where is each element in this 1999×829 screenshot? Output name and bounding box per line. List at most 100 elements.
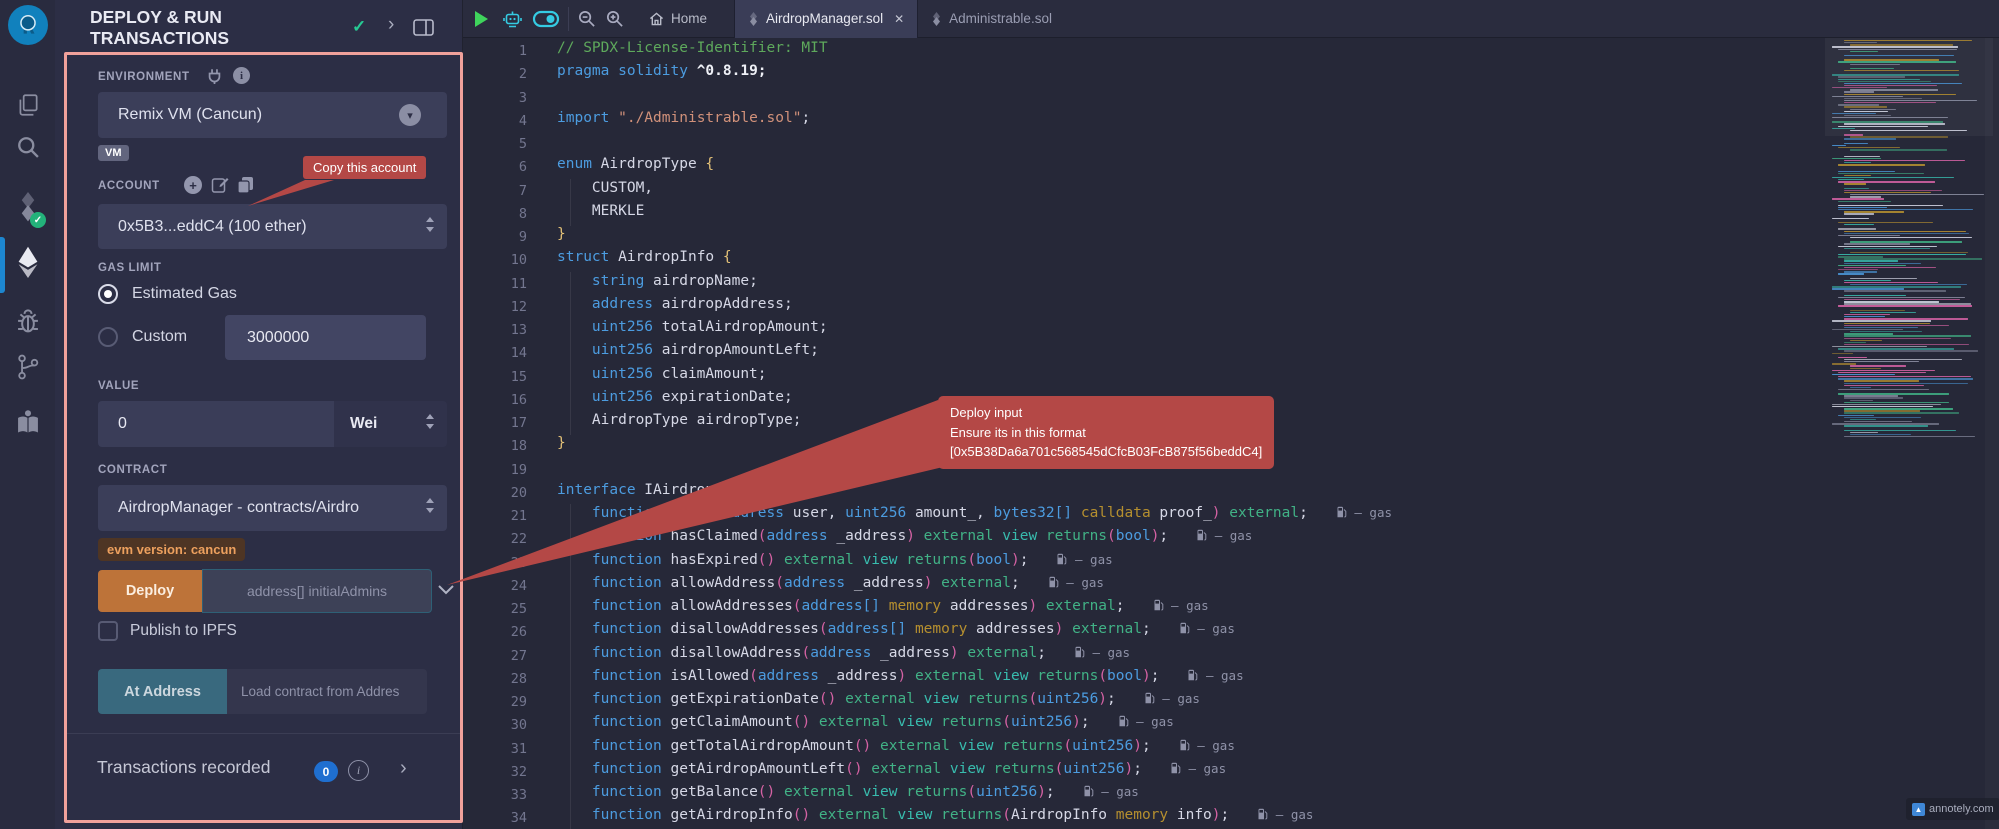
code-line-27[interactable]: 27 function disallowAddress(address _add…: [463, 645, 1999, 668]
solidity-compiler-icon[interactable]: [0, 190, 55, 224]
at-address-input[interactable]: [227, 669, 427, 714]
code-line-12[interactable]: 12 address airdropAddress;: [463, 296, 1999, 319]
line-number: 11: [463, 273, 527, 296]
code-line-25[interactable]: 25 function allowAddresses(address[] mem…: [463, 598, 1999, 621]
code-line-9[interactable]: 9}: [463, 226, 1999, 249]
zoom-in-icon[interactable]: [605, 9, 624, 28]
line-number: 25: [463, 598, 527, 621]
code-line-8[interactable]: 8 MERKLE: [463, 203, 1999, 226]
edit-account-icon[interactable]: [211, 176, 229, 199]
chevron-down-icon[interactable]: [437, 583, 455, 601]
search-icon[interactable]: [0, 133, 55, 161]
value-unit-select[interactable]: Wei: [334, 401, 447, 447]
code-line-4[interactable]: 4import "./Administrable.sol";: [463, 110, 1999, 133]
code-line-28[interactable]: 28 function isAllowed(address _address) …: [463, 668, 1999, 691]
gas-estimate-badge: – gas: [1336, 505, 1392, 520]
code-line-2[interactable]: 2pragma solidity ^0.8.19;: [463, 63, 1999, 86]
line-number: 4: [463, 110, 527, 133]
code-line-30[interactable]: 30 function getClaimAmount() external vi…: [463, 714, 1999, 737]
deploy-button[interactable]: Deploy: [98, 570, 202, 612]
code-line-22[interactable]: 22 function hasClaimed(address _address)…: [463, 528, 1999, 551]
at-address-button[interactable]: At Address: [98, 669, 227, 714]
code-line-15[interactable]: 15 uint256 claimAmount;: [463, 366, 1999, 389]
close-icon[interactable]: ✕: [894, 12, 904, 26]
code-line-10[interactable]: 10struct AirdropInfo {: [463, 249, 1999, 272]
tab-administrable[interactable]: Administrable.sol: [918, 0, 1065, 38]
publish-ipfs-checkbox[interactable]: [98, 621, 118, 641]
code-line-1[interactable]: 1// SPDX-License-Identifier: MIT: [463, 40, 1999, 63]
code-line-32[interactable]: 32 function getAirdropAmountLeft() exter…: [463, 761, 1999, 784]
custom-gas-radio[interactable]: [98, 327, 118, 347]
publish-ipfs-label: Publish to IPFS: [130, 622, 237, 640]
code-line-13[interactable]: 13 uint256 totalAirdropAmount;: [463, 319, 1999, 342]
line-number: 9: [463, 226, 527, 249]
code-line-11[interactable]: 11 string airdropName;: [463, 273, 1999, 296]
code-line-34[interactable]: 34 function getAirdropInfo() external vi…: [463, 807, 1999, 829]
info-icon[interactable]: i: [233, 67, 250, 84]
value-input[interactable]: [98, 401, 334, 447]
copy-account-tooltip: Copy this account: [303, 156, 426, 179]
add-account-icon[interactable]: +: [184, 176, 202, 194]
gas-estimate-badge: – gas: [1144, 691, 1200, 706]
code-line-6[interactable]: 6enum AirdropType {: [463, 156, 1999, 179]
line-number: 16: [463, 389, 527, 412]
code-line-29[interactable]: 29 function getExpirationDate() external…: [463, 691, 1999, 714]
code-line-23[interactable]: 23 function hasExpired() external view r…: [463, 552, 1999, 575]
line-number: 2: [463, 63, 527, 86]
minimap[interactable]: [1832, 40, 1985, 438]
line-number: 8: [463, 203, 527, 226]
gas-limit-label: GAS LIMIT: [98, 262, 162, 274]
environment-select[interactable]: Remix VM (Cancun) ▾: [98, 92, 447, 138]
custom-gas-label: Custom: [132, 328, 187, 346]
code-line-21[interactable]: 21 function claim(address user, uint256 …: [463, 505, 1999, 528]
tab-airdropmanager[interactable]: AirdropManager.sol ✕: [734, 0, 918, 38]
code-line-3[interactable]: 3: [463, 87, 1999, 110]
robot-icon[interactable]: [503, 9, 522, 29]
code-line-24[interactable]: 24 function allowAddress(address _addres…: [463, 575, 1999, 598]
line-number: 17: [463, 412, 527, 435]
deploy-run-icon[interactable]: [0, 245, 55, 281]
zoom-out-icon[interactable]: [577, 9, 596, 28]
divider: [568, 7, 569, 31]
estimated-gas-radio[interactable]: [98, 284, 118, 304]
info-icon[interactable]: i: [348, 760, 369, 781]
environment-value: Remix VM (Cancun): [118, 106, 262, 124]
contract-select[interactable]: AirdropManager - contracts/Airdro: [98, 485, 447, 531]
code-line-7[interactable]: 7 CUSTOM,: [463, 180, 1999, 203]
play-icon[interactable]: [473, 10, 489, 28]
file-explorer-icon[interactable]: [0, 92, 55, 118]
debugger-icon[interactable]: [0, 308, 55, 336]
account-select[interactable]: 0x5B3...eddC4 (100 ether): [98, 204, 447, 249]
code-line-14[interactable]: 14 uint256 airdropAmountLeft;: [463, 342, 1999, 365]
line-number: 18: [463, 435, 527, 458]
code-line-31[interactable]: 31 function getTotalAirdropAmount() exte…: [463, 738, 1999, 761]
line-number: 13: [463, 319, 527, 342]
line-number: 26: [463, 621, 527, 644]
deploy-args-input[interactable]: [202, 569, 432, 613]
line-number: 23: [463, 552, 527, 575]
remix-logo[interactable]: [8, 5, 48, 45]
toggle-icon[interactable]: [532, 9, 560, 29]
gas-estimate-badge: – gas: [1196, 528, 1252, 543]
transactions-recorded-label: Transactions recorded: [97, 757, 270, 778]
line-number: 1: [463, 40, 527, 63]
gas-estimate-badge: – gas: [1170, 761, 1226, 776]
solidity-file-icon: [931, 12, 942, 26]
plugin-icon[interactable]: [0, 408, 55, 436]
chevron-right-icon[interactable]: ›: [400, 757, 407, 780]
code-line-26[interactable]: 26 function disallowAddresses(address[] …: [463, 621, 1999, 644]
line-number: 31: [463, 738, 527, 761]
tab-home[interactable]: Home: [636, 0, 720, 38]
plug-icon[interactable]: [207, 68, 222, 89]
custom-gas-input[interactable]: [225, 315, 426, 360]
code-line-5[interactable]: 5: [463, 133, 1999, 156]
transactions-count-badge: 0: [314, 761, 338, 782]
git-icon[interactable]: [0, 352, 55, 382]
annotely-logo: ▲: [1912, 803, 1925, 816]
copy-account-icon[interactable]: [237, 176, 254, 199]
code-line-33[interactable]: 33 function getBalance() external view r…: [463, 784, 1999, 807]
chevron-right-icon[interactable]: ›: [388, 14, 394, 36]
panel-layout-icon[interactable]: [413, 19, 434, 41]
scrollbar[interactable]: [1985, 38, 1999, 829]
code-line-20[interactable]: 20interface IAirdrop1155 {: [463, 482, 1999, 505]
